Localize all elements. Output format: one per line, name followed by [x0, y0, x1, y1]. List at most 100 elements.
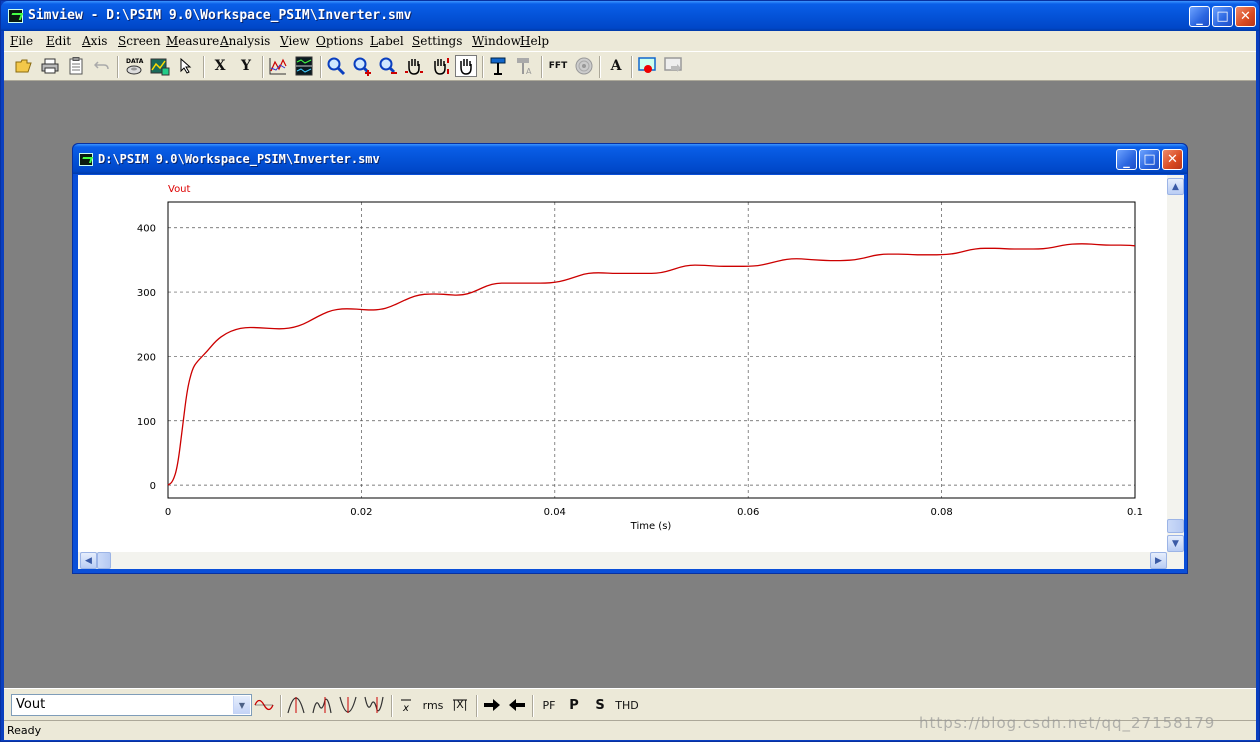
- maximize-icon: □: [1216, 9, 1229, 24]
- screen-split-icon: [295, 56, 313, 76]
- signal-select[interactable]: Vout ▼: [11, 694, 252, 716]
- x-tick-label: 0.08: [930, 507, 952, 518]
- thd-button[interactable]: THD: [613, 695, 641, 715]
- data-button[interactable]: DATA: [123, 55, 145, 77]
- y-tick-label: 300: [137, 288, 156, 299]
- close-icon: ✕: [1240, 9, 1251, 24]
- maximize-button[interactable]: □: [1212, 6, 1233, 27]
- menu-edit[interactable]: Edit: [46, 34, 71, 48]
- child-minimize-button[interactable]: _: [1116, 149, 1137, 170]
- rms-button[interactable]: rms: [420, 695, 446, 715]
- copy-button[interactable]: [65, 55, 87, 77]
- status-text: Ready: [7, 724, 42, 737]
- simview-app-icon: [8, 9, 23, 23]
- sine-button[interactable]: [254, 695, 274, 715]
- fft-button[interactable]: FFT: [547, 55, 569, 77]
- hand-icon: [405, 59, 423, 75]
- signal-select-value: Vout: [16, 697, 46, 712]
- menu-options[interactable]: Options: [316, 34, 363, 48]
- screen-button[interactable]: [293, 55, 315, 77]
- y-axis-button[interactable]: Y: [235, 55, 257, 77]
- scroll-left-button[interactable]: ◀: [80, 552, 97, 569]
- horizontal-scroll-thumb[interactable]: [97, 552, 111, 569]
- zoom-out-button[interactable]: [377, 55, 399, 77]
- max-button[interactable]: [285, 695, 307, 715]
- menu-analysis[interactable]: Analysis: [220, 34, 270, 48]
- hand-icon: [434, 58, 449, 75]
- child-close-button[interactable]: ✕: [1162, 149, 1183, 170]
- pf-button[interactable]: PF: [538, 695, 560, 715]
- close-button[interactable]: ✕: [1235, 6, 1256, 27]
- chevron-left-icon: ◀: [85, 555, 92, 566]
- arrow-right-icon: [484, 699, 500, 711]
- menu-file[interactable]: File: [10, 34, 33, 48]
- cursor-text-button[interactable]: A: [513, 55, 535, 77]
- zoom-button[interactable]: [325, 55, 347, 77]
- min-button[interactable]: [337, 695, 359, 715]
- vout-waveform-chart[interactable]: 0 0.02 0.04 0.06 0.08 0.1 0 100 200 300 400 Vout T…: [78, 175, 1167, 552]
- sine-wave-icon: [254, 699, 274, 711]
- disk-button[interactable]: [573, 55, 595, 77]
- s-button[interactable]: S: [590, 695, 610, 715]
- pan-horizontal-button[interactable]: [403, 55, 425, 77]
- undo-button[interactable]: [91, 55, 113, 77]
- thd-label: THD: [615, 698, 639, 712]
- pan-button[interactable]: [455, 55, 477, 77]
- simview-window: Simview - D:\PSIM 9.0\Workspace_PSIM\Inv…: [0, 0, 1260, 742]
- horizontal-scrollbar[interactable]: ◀ ▶: [78, 552, 1184, 569]
- s-label: S: [595, 697, 605, 713]
- pan-vertical-button[interactable]: [429, 55, 451, 77]
- menu-measure[interactable]: Measure: [166, 34, 219, 48]
- fft-label: FFT: [548, 61, 568, 71]
- select-pointer-button[interactable]: [175, 55, 197, 77]
- abs-average-button[interactable]: |X|: [448, 695, 472, 715]
- scroll-up-button[interactable]: ▲: [1167, 178, 1184, 195]
- p-button[interactable]: P: [564, 695, 584, 715]
- add-curve-button[interactable]: [149, 55, 171, 77]
- child-window-title: D:\PSIM 9.0\Workspace_PSIM\Inverter.smv: [98, 152, 380, 166]
- y-tick-label: 400: [137, 224, 156, 235]
- average-button[interactable]: x: [397, 695, 415, 715]
- data-disk-icon: DATA: [126, 58, 144, 75]
- dropdown-arrow-icon[interactable]: ▼: [233, 696, 250, 714]
- print-button[interactable]: [39, 55, 61, 77]
- window-title: Simview - D:\PSIM 9.0\Workspace_PSIM\Inv…: [28, 8, 412, 23]
- prev-arrow-button[interactable]: [506, 695, 528, 715]
- vertical-scroll-thumb[interactable]: [1167, 519, 1184, 533]
- menu-view[interactable]: View: [280, 34, 310, 48]
- child-title-bar[interactable]: D:\PSIM 9.0\Workspace_PSIM\Inverter.smv …: [73, 144, 1187, 174]
- zoom-icon: [327, 57, 346, 76]
- record-button[interactable]: [636, 55, 658, 77]
- menu-axis[interactable]: Axis: [82, 34, 107, 48]
- menu-label[interactable]: Label: [370, 34, 404, 48]
- scroll-down-button[interactable]: ▼: [1167, 535, 1184, 552]
- next-arrow-button[interactable]: [481, 695, 503, 715]
- text-label-button[interactable]: A: [605, 55, 627, 77]
- x-axis-button[interactable]: X: [209, 55, 231, 77]
- child-maximize-button[interactable]: □: [1139, 149, 1160, 170]
- svg-text:DATA: DATA: [126, 58, 144, 65]
- y-tick-label: 0: [150, 481, 156, 492]
- menu-help[interactable]: Help: [520, 34, 549, 48]
- menu-settings[interactable]: Settings: [412, 34, 462, 48]
- menu-bar: File Edit Axis Screen Measure Analysis V…: [4, 31, 1256, 51]
- vertical-scrollbar[interactable]: ▲ ▼: [1167, 175, 1184, 552]
- x-axis-label: X: [214, 58, 226, 74]
- next-min-button[interactable]: [363, 695, 385, 715]
- cursor-text-icon: A: [517, 58, 532, 76]
- menu-screen[interactable]: Screen: [118, 34, 161, 48]
- zoom-in-button[interactable]: [351, 55, 373, 77]
- cursor-button[interactable]: [487, 55, 509, 77]
- scroll-right-button[interactable]: ▶: [1150, 552, 1167, 569]
- plot-area[interactable]: 0 0.02 0.04 0.06 0.08 0.1 0 100 200 300 400 Vout T…: [78, 175, 1167, 552]
- menu-window[interactable]: Window: [472, 34, 521, 48]
- title-bar[interactable]: Simview - D:\PSIM 9.0\Workspace_PSIM\Inv…: [1, 1, 1259, 31]
- close-icon: ✕: [1167, 152, 1178, 167]
- next-max-button[interactable]: [311, 695, 333, 715]
- rms-label: rms: [422, 698, 444, 712]
- open-button[interactable]: [13, 55, 35, 77]
- minimize-button[interactable]: _: [1189, 6, 1210, 27]
- zoom-out-icon: [379, 57, 397, 74]
- plot-button[interactable]: [267, 55, 289, 77]
- export-button[interactable]: [662, 55, 684, 77]
